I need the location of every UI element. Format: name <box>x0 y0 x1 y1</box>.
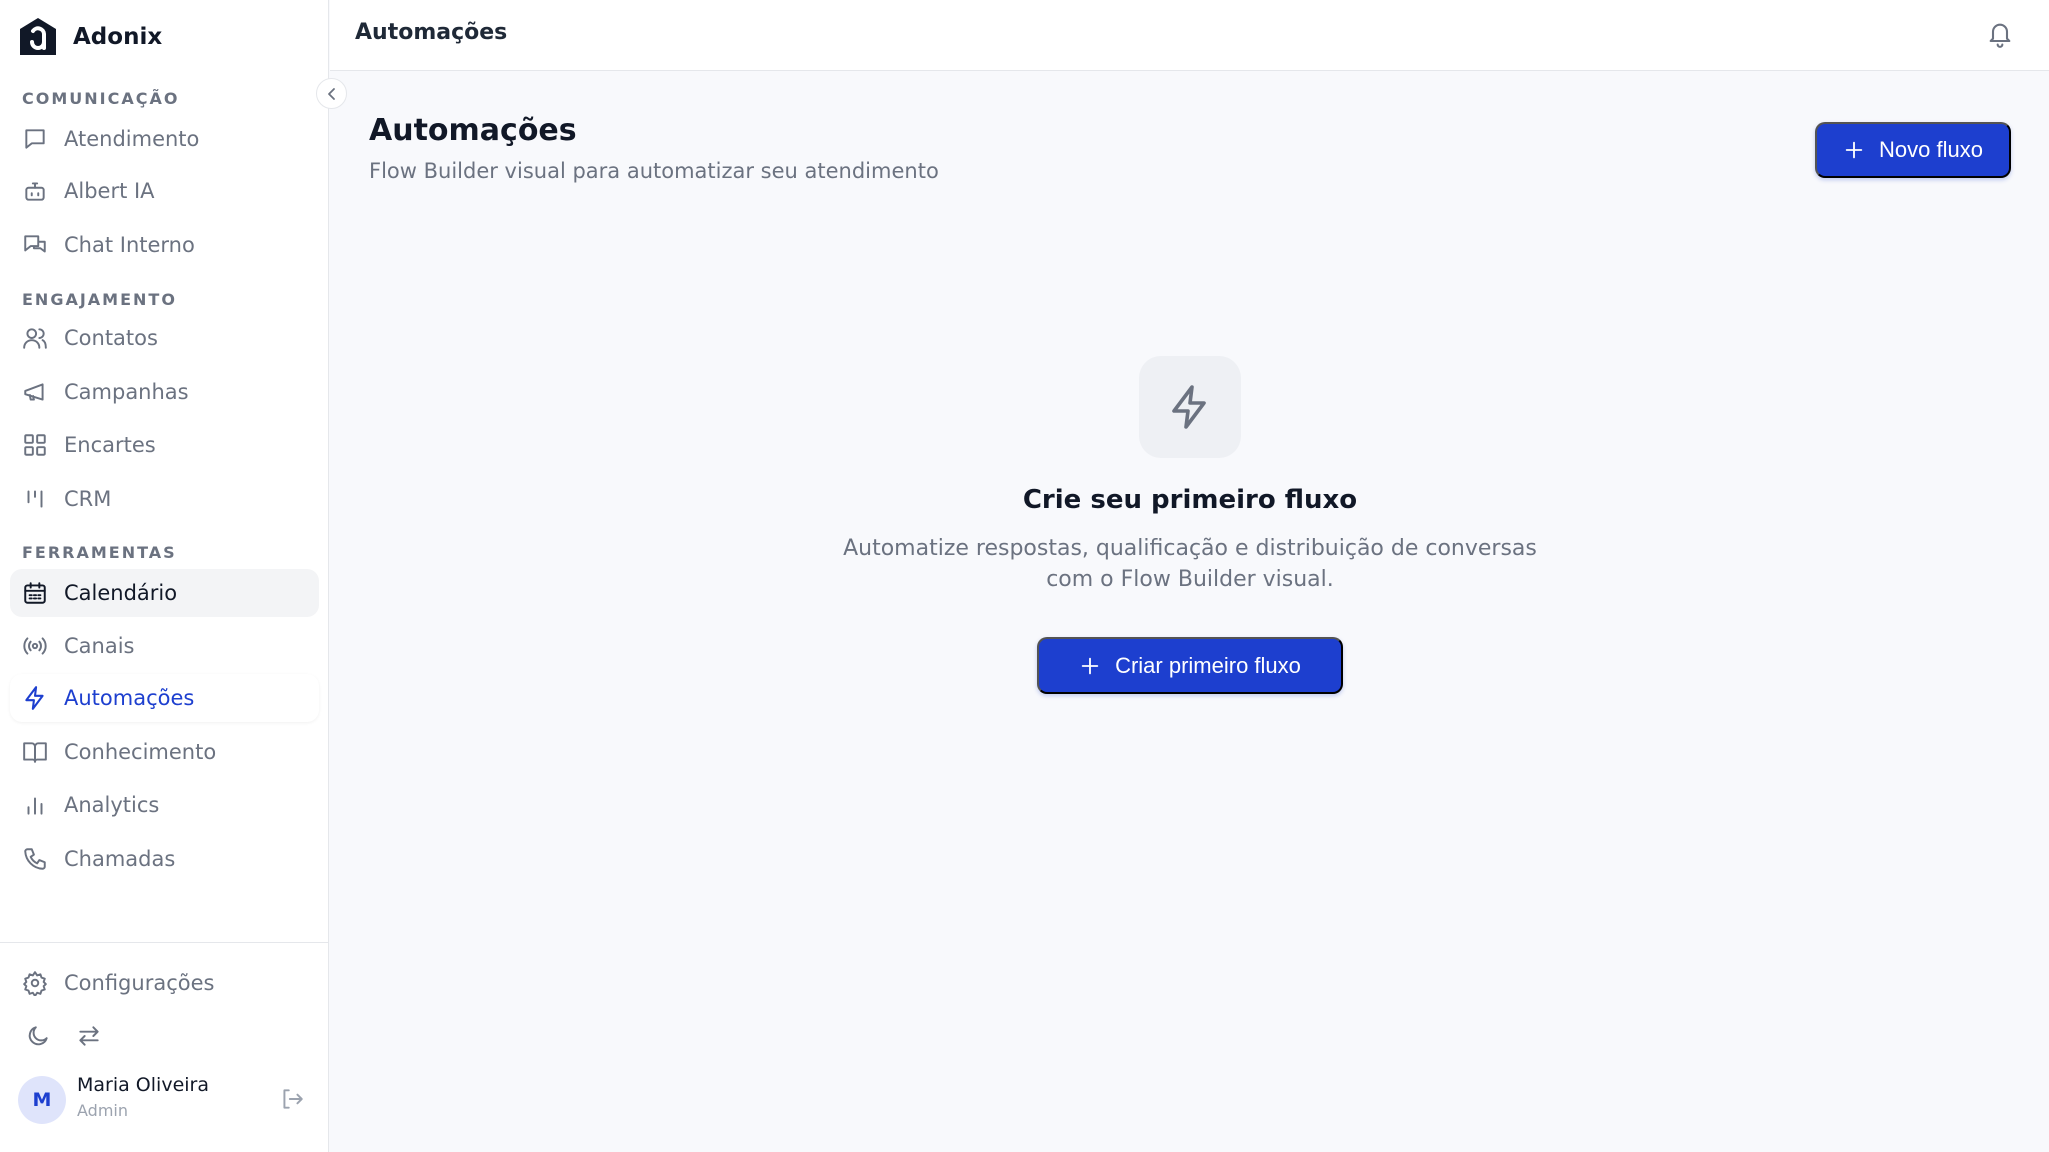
topbar-title: Automações <box>355 20 508 45</box>
sidebar-item-label: CRM <box>64 487 112 511</box>
sidebar-item-albert-ia[interactable]: Albert IA <box>10 167 319 215</box>
message-square-icon <box>22 126 48 152</box>
new-flow-button-label: Novo fluxo <box>1879 137 1983 162</box>
sidebar-item-atendimento[interactable]: Atendimento <box>10 115 319 163</box>
empty-state-title: Crie seu primeiro fluxo <box>1022 485 1358 515</box>
user-role: Admin <box>77 1101 128 1120</box>
empty-state-icon-box <box>1139 356 1241 458</box>
sidebar-item-campanhas[interactable]: Campanhas <box>10 368 319 416</box>
section-label-ferramentas: FERRAMENTAS <box>22 543 177 562</box>
empty-state-description: Automatize respostas, qualificação e dis… <box>790 533 1590 595</box>
sidebar-item-contatos[interactable]: Contatos <box>10 314 319 362</box>
avatar[interactable]: M <box>18 1076 66 1124</box>
switch-account-button[interactable] <box>75 1022 103 1050</box>
sidebar-item-automacoes[interactable]: Automações <box>10 674 319 722</box>
bar-chart-icon <box>22 792 48 818</box>
sidebar-item-label: Atendimento <box>64 127 200 151</box>
radio-signal-icon <box>22 633 48 659</box>
sidebar-item-encartes[interactable]: Encartes <box>10 421 319 469</box>
page-title: Automações <box>369 113 577 148</box>
zap-icon <box>1172 385 1206 429</box>
sidebar-item-label: Automações <box>64 686 195 710</box>
sidebar-item-label: Conhecimento <box>64 740 217 764</box>
book-open-icon <box>22 739 48 765</box>
sidebar-item-chamadas[interactable]: Chamadas <box>10 835 319 883</box>
empty-state-description-line: com o Flow Builder visual. <box>1046 567 1334 592</box>
sidebar-item-chat-interno[interactable]: Chat Interno <box>10 221 319 269</box>
sidebar-item-label: Chat Interno <box>64 233 195 257</box>
create-first-flow-button-label: Criar primeiro fluxo <box>1115 652 1301 678</box>
adonix-logo-icon <box>20 18 56 55</box>
messages-icon <box>22 232 48 258</box>
sidebar-item-label: Encartes <box>64 433 156 457</box>
sidebar-item-label: Calendário <box>64 581 178 605</box>
sidebar-item-crm[interactable]: CRM <box>10 475 319 523</box>
users-icon <box>22 325 48 351</box>
plus-icon <box>1081 657 1099 674</box>
sidebar-item-canais[interactable]: Canais <box>10 622 319 670</box>
gear-icon <box>22 970 48 996</box>
kanban-icon <box>22 486 48 512</box>
create-first-flow-button[interactable]: Criar primeiro fluxo <box>1037 637 1343 694</box>
sidebar-item-label: Contatos <box>64 326 158 350</box>
megaphone-icon <box>22 379 48 405</box>
grid-icon <box>22 432 48 458</box>
bot-icon <box>22 178 48 204</box>
sidebar-item-label: Canais <box>64 634 135 658</box>
sidebar-item-configuracoes[interactable]: Configurações <box>10 959 319 1007</box>
empty-state-description-line: Automatize respostas, qualificação e dis… <box>843 536 1537 561</box>
plus-icon <box>1845 141 1863 159</box>
sidebar-item-calendario[interactable]: Calendário <box>10 569 319 617</box>
arrows-swap-icon <box>79 1026 99 1046</box>
zap-icon <box>22 685 48 711</box>
brand[interactable]: Adonix <box>18 17 162 57</box>
logout-icon[interactable] <box>279 1086 305 1112</box>
section-label-comunicacao: COMUNICAÇÃO <box>22 89 180 108</box>
topbar: Automações <box>330 0 2049 71</box>
sidebar-item-conhecimento[interactable]: Conhecimento <box>10 728 319 776</box>
sidebar-item-label: Chamadas <box>64 847 176 871</box>
page-subtitle: Flow Builder visual para automatizar seu… <box>369 159 939 183</box>
sidebar-item-label: Albert IA <box>64 179 155 203</box>
sidebar-item-label: Campanhas <box>64 380 189 404</box>
user-name: Maria Oliveira <box>77 1074 209 1096</box>
moon-icon <box>28 1026 48 1046</box>
phone-icon <box>22 846 48 872</box>
sidebar-item-analytics[interactable]: Analytics <box>10 781 319 829</box>
sidebar-collapse-button[interactable] <box>316 78 347 109</box>
chevron-left-icon <box>327 87 335 100</box>
new-flow-button[interactable]: Novo fluxo <box>1815 122 2011 178</box>
brand-name: Adonix <box>73 24 163 50</box>
section-label-engajamento: ENGAJAMENTO <box>22 290 177 309</box>
sidebar-item-label: Analytics <box>64 793 160 817</box>
theme-toggle-button[interactable] <box>24 1022 52 1050</box>
bell-icon[interactable] <box>1986 20 2014 48</box>
sidebar-item-label: Configurações <box>64 971 215 995</box>
calendar-icon <box>22 580 48 606</box>
